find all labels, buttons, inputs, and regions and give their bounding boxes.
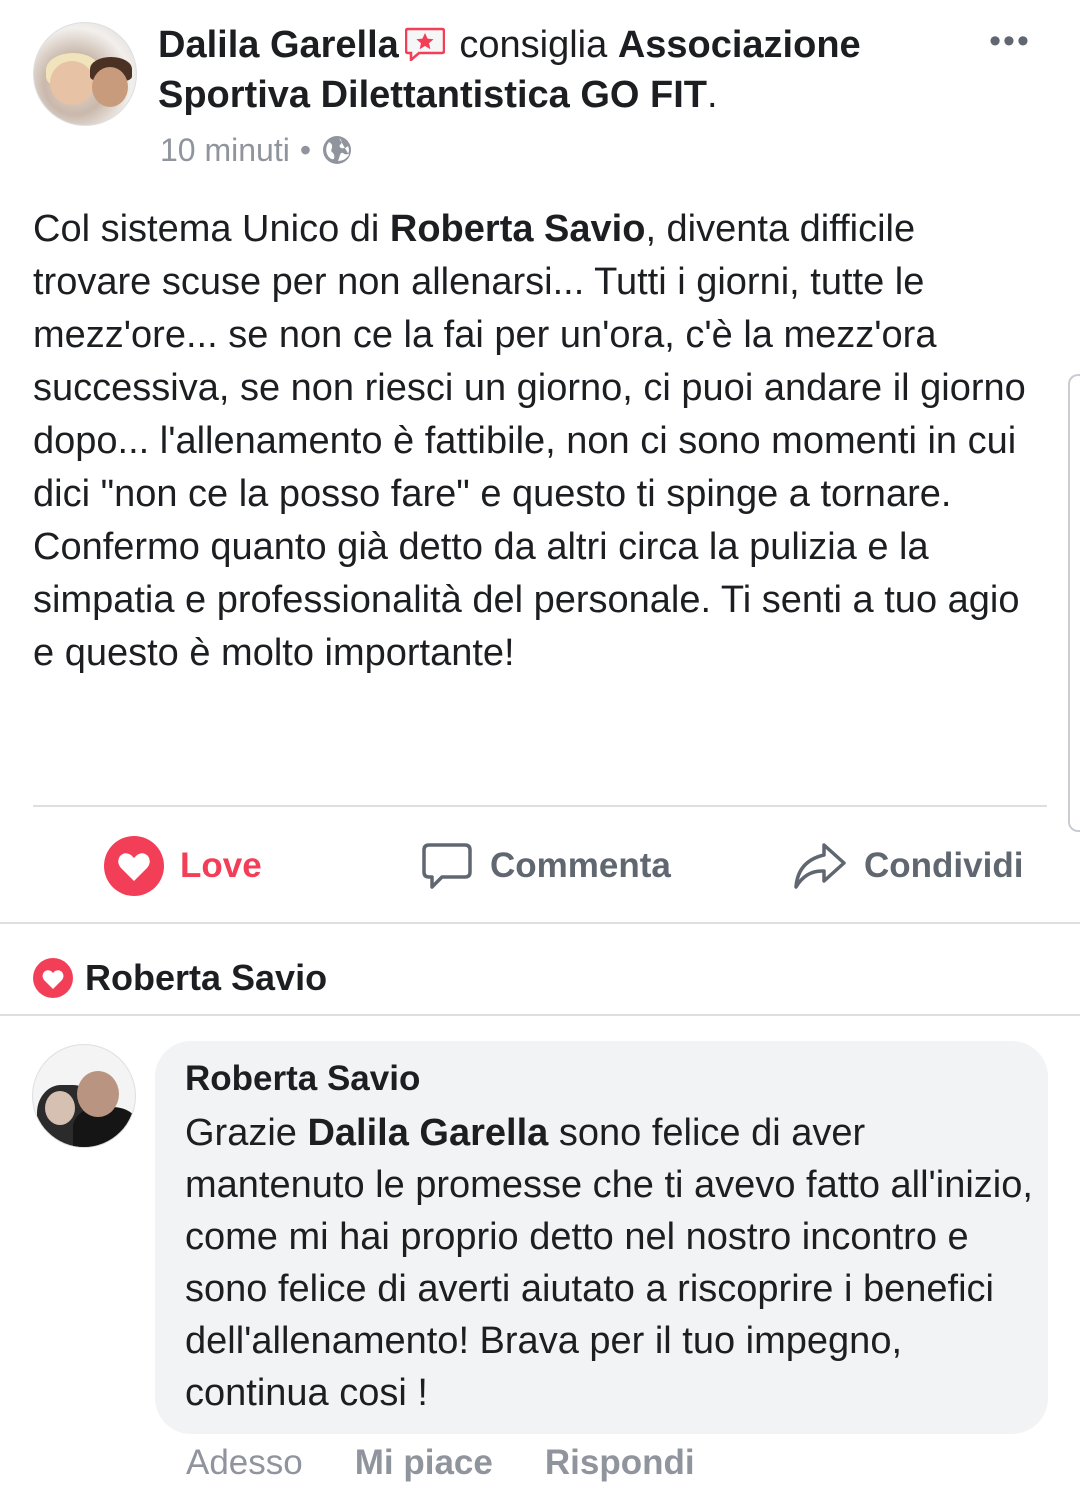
page-name-line2[interactable]: Sportiva Dilettantistica GO FIT [158,74,707,116]
comment-text: Grazie Dalila Garella sono felice di ave… [185,1107,1035,1419]
post-mention[interactable]: Roberta Savio [390,208,646,250]
comment-label: Commenta [490,846,671,885]
heart-icon [104,836,164,896]
comment-actions: Adesso Mi piace Rispondi [186,1436,747,1490]
share-icon [794,843,846,889]
post-text-part2: , diventa difficile trovare scuse per no… [33,208,1026,674]
meta-separator: • [299,131,312,168]
love-label: Love [180,846,262,885]
post-header: Dalila Garella consiglia Associazione Spo… [0,0,1080,190]
comment-mention[interactable]: Dalila Garella [307,1112,548,1154]
divider [33,805,1047,807]
love-button[interactable]: Love [104,836,262,896]
comment-text-part1: Grazie [185,1112,308,1154]
post-timestamp[interactable]: 10 minuti [160,132,290,169]
divider [0,922,1080,924]
comment-bubble: Roberta Savio Grazie Dalila Garella sono… [155,1041,1048,1434]
divider [0,1014,1080,1016]
globe-icon [323,136,352,164]
comment-button[interactable]: Commenta [420,836,671,896]
post-title: Dalila Garella consiglia Associazione Spo… [158,20,948,120]
post-body: Col sistema Unico di Roberta Savio, dive… [33,203,1043,680]
share-button[interactable]: Condividi [792,836,1023,896]
post-text-part1: Col sistema Unico di [33,208,390,250]
share-label: Condividi [864,846,1024,885]
recommendation-icon [404,27,445,61]
heart-icon [33,958,73,998]
post-actions: Love Commenta Condividi [0,808,1080,922]
comment-icon [422,843,472,889]
comment-text-part2: sono felice di aver mantenuto le promess… [185,1112,1033,1414]
comment-timestamp[interactable]: Adesso [186,1443,303,1483]
page-name-line1[interactable]: Associazione [618,24,861,66]
author-name[interactable]: Dalila Garella [158,24,399,66]
reactions-summary[interactable]: Roberta Savio [33,950,327,1006]
title-period: . [706,74,718,116]
recommend-verb: consiglia [459,24,608,66]
scroll-handle[interactable] [1068,374,1080,832]
more-options-button[interactable]: ••• [985,24,1035,58]
comment-reply-button[interactable]: Rispondi [545,1443,695,1483]
comment-author-name[interactable]: Roberta Savio [185,1059,420,1099]
author-avatar[interactable] [33,22,137,126]
comment-like-button[interactable]: Mi piace [355,1443,493,1483]
reaction-user-name: Roberta Savio [85,957,328,998]
post-meta: 10 minuti • [160,128,353,172]
commenter-avatar[interactable] [32,1044,136,1148]
